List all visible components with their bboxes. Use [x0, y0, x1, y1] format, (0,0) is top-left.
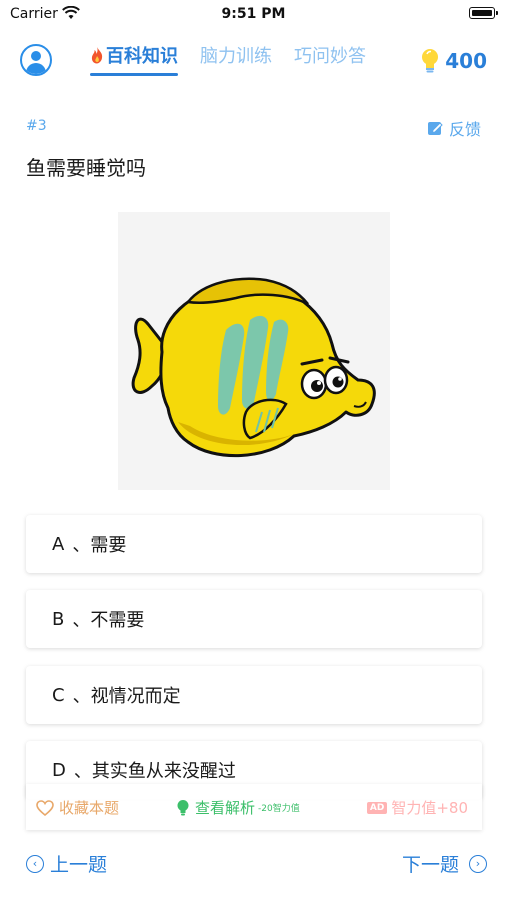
tab-label: 巧问妙答: [294, 46, 366, 67]
intelligence-score[interactable]: 400: [421, 48, 487, 74]
battery-icon: [469, 7, 498, 19]
question-text: 鱼需要睡觉吗: [26, 156, 146, 180]
top-nav: 百科知识 脑力训练 巧问妙答 400: [0, 36, 507, 88]
action-bar: 收藏本题 查看解析 -20智力值 AD 智力值+80: [26, 784, 482, 830]
yellow-fish-illustration: [131, 277, 376, 458]
favorite-button[interactable]: 收藏本题: [36, 797, 119, 818]
chevron-left-icon: ‹: [26, 854, 44, 873]
question-image: [118, 212, 390, 490]
option-letter: A: [52, 533, 65, 555]
option-letter: C: [52, 684, 65, 706]
flame-icon: [91, 47, 103, 64]
explanation-cost: -20智力值: [258, 804, 300, 814]
tab-brain-training[interactable]: 脑力训练: [200, 42, 272, 76]
heart-icon: [36, 799, 54, 816]
option-letter: B: [52, 608, 65, 630]
score-value: 400: [445, 49, 487, 73]
option-a[interactable]: A 、需要: [26, 515, 482, 573]
ad-badge: AD: [366, 801, 388, 814]
edit-icon: [427, 122, 443, 135]
view-explanation-button[interactable]: 查看解析 -20智力值: [176, 797, 300, 818]
option-b[interactable]: B 、不需要: [26, 590, 482, 648]
feedback-label: 反馈: [448, 120, 481, 139]
question-number: #3: [26, 118, 47, 134]
favorite-label: 收藏本题: [59, 799, 120, 817]
option-c[interactable]: C 、视情况而定: [26, 666, 482, 724]
chevron-right-icon: ›: [469, 854, 487, 873]
watch-ad-button[interactable]: AD 智力值+80: [366, 797, 468, 818]
clock: 9:51 PM: [221, 6, 286, 22]
tab-label: 脑力训练: [200, 46, 272, 67]
next-label: 下一题: [401, 854, 459, 876]
previous-label: 上一题: [50, 854, 108, 876]
tab-encyclopedia[interactable]: 百科知识: [90, 42, 178, 76]
option-text: 、需要: [72, 535, 127, 556]
tab-label: 百科知识: [106, 46, 178, 67]
next-question-button[interactable]: 下一题 ›: [402, 850, 487, 877]
lightbulb-icon: [422, 49, 439, 73]
ad-reward-label: 智力值+80: [391, 799, 468, 817]
category-tabs: 百科知识 脑力训练 巧问妙答: [90, 42, 388, 76]
explanation-label: 查看解析: [195, 799, 256, 817]
lightbulb-icon: [177, 799, 189, 815]
user-avatar-icon[interactable]: [20, 44, 52, 76]
option-letter: D: [52, 759, 66, 781]
previous-question-button[interactable]: ‹ 上一题: [26, 850, 107, 877]
option-text: 、不需要: [72, 610, 145, 631]
feedback-button[interactable]: 反馈: [427, 116, 481, 140]
tab-clever-answers[interactable]: 巧问妙答: [294, 42, 366, 76]
status-bar: Carrier 9:51 PM: [0, 0, 507, 28]
option-text: 、视情况而定: [72, 686, 181, 707]
option-text: 、其实鱼从来没醒过: [73, 761, 236, 782]
